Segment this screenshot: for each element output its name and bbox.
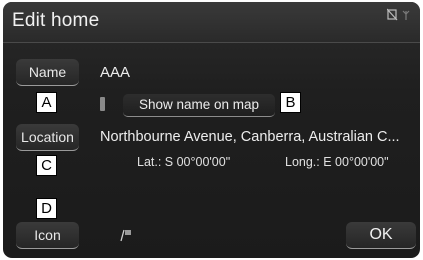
latitude-text: Lat.: S 00°00'00": [137, 155, 231, 169]
name-button[interactable]: Name: [16, 59, 79, 86]
callout-d: D: [36, 198, 57, 219]
show-name-on-map-button[interactable]: Show name on map: [123, 94, 275, 117]
home-pin-icon: [119, 228, 133, 242]
no-signal-icon: [386, 8, 398, 21]
antenna-icon: [401, 8, 412, 21]
callout-b: B: [280, 92, 301, 113]
location-button[interactable]: Location: [16, 124, 79, 151]
header-bar: Edit home: [3, 2, 420, 43]
name-value: AAA: [100, 64, 131, 81]
longitude-text: Long.: E 00°00'00": [285, 155, 389, 169]
callout-a: A: [36, 92, 57, 113]
page-title: Edit home: [12, 10, 100, 31]
status-icons: [386, 8, 412, 21]
icon-button[interactable]: Icon: [16, 222, 79, 249]
location-value: Northbourne Avenue, Canberra, Australian…: [100, 129, 400, 145]
edit-home-screen: Edit home Name AAA Show name on map Loca…: [3, 2, 420, 258]
ok-button[interactable]: OK: [346, 222, 416, 249]
show-name-toggle-indicator[interactable]: [100, 97, 105, 111]
callout-c: C: [36, 155, 57, 176]
